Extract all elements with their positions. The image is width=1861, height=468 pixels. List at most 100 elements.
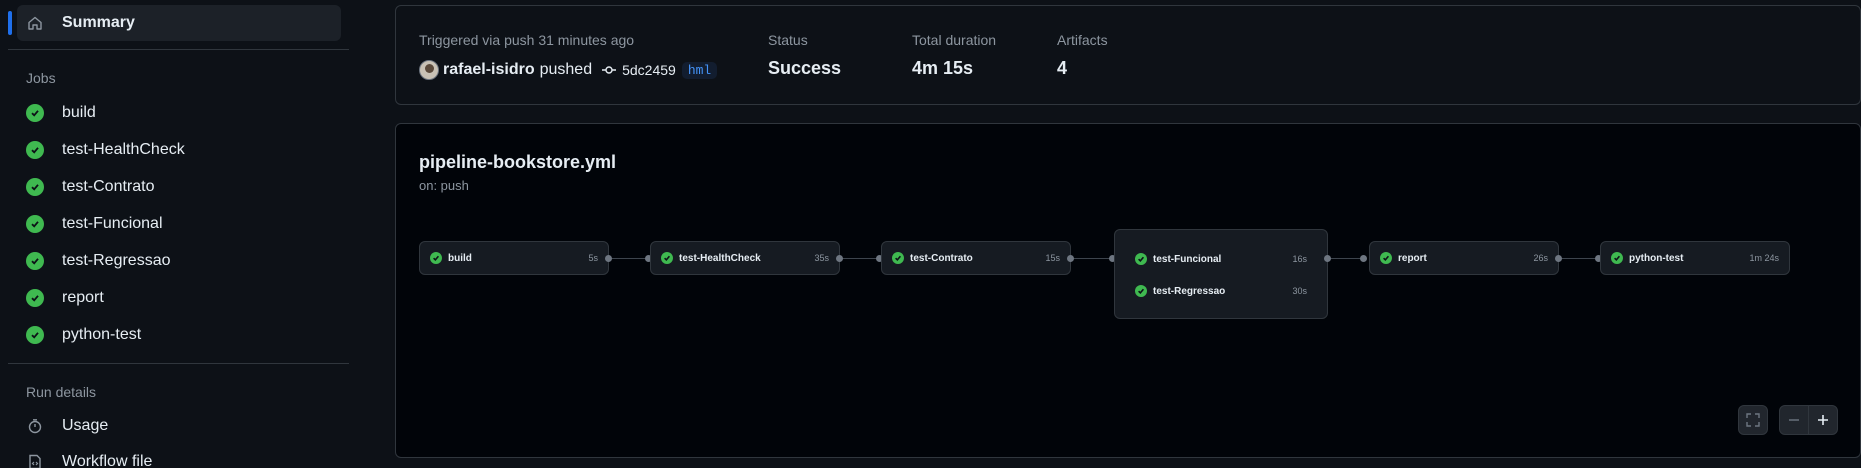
job-label: test-Contrato: [62, 178, 155, 195]
sidebar-item-workflow-file[interactable]: Workflow file: [17, 445, 341, 468]
connector-dot: [836, 255, 843, 262]
job-name: report: [1398, 252, 1427, 264]
connector-dot: [1360, 255, 1367, 262]
workflow-file-label: Workflow file: [62, 453, 153, 468]
zoom-in-button[interactable]: [1808, 405, 1838, 435]
workflow-trigger: on: push: [419, 178, 469, 193]
duration-value: 4m 15s: [912, 58, 974, 78]
job-name: test-Contrato: [910, 252, 973, 264]
check-circle-icon: [26, 252, 44, 270]
graph-job-group: test-Funcional 16s test-Regressao 30s: [1114, 229, 1328, 319]
job-label: python-test: [62, 326, 142, 343]
sidebar-job-build[interactable]: build: [17, 96, 341, 130]
job-name: build: [448, 252, 472, 264]
sidebar-job-test-funcional[interactable]: test-Funcional: [17, 207, 341, 241]
status-value: Success: [768, 58, 842, 78]
trigger-row: rafael-isidro pushed 5dc2459 hml: [419, 60, 718, 80]
graph-connector: [840, 258, 880, 259]
job-name: python-test: [1629, 252, 1684, 264]
workflow-graph-card: pipeline-bookstore.yml on: push build 5s…: [395, 123, 1861, 458]
actor-link[interactable]: rafael-isidro: [443, 61, 535, 79]
check-circle-icon: [26, 178, 44, 196]
job-duration: 1m 24s: [1749, 253, 1779, 263]
graph-job-report[interactable]: report 26s: [1369, 241, 1559, 275]
graph-job-build[interactable]: build 5s: [419, 241, 609, 275]
sidebar-job-python-test[interactable]: python-test: [17, 318, 341, 352]
graph-job-test-funcional[interactable]: test-Funcional 16s: [1115, 243, 1327, 275]
job-label: report: [62, 289, 104, 306]
branch-badge[interactable]: hml: [681, 61, 718, 79]
sidebar-item-summary[interactable]: Summary: [8, 5, 341, 41]
check-circle-icon: [1611, 252, 1623, 264]
fullscreen-button[interactable]: [1738, 405, 1768, 435]
sidebar-job-report[interactable]: report: [17, 281, 341, 315]
stopwatch-icon: [26, 417, 44, 435]
check-circle-icon: [26, 326, 44, 344]
trigger-text: Triggered via push 31 minutes ago: [419, 32, 635, 48]
job-name: test-Regressao: [1153, 285, 1226, 297]
job-duration: 16s: [1292, 254, 1307, 264]
job-duration: 26s: [1533, 253, 1548, 263]
check-circle-icon: [1380, 252, 1392, 264]
connector-dot: [605, 255, 612, 262]
job-duration: 5s: [588, 253, 598, 263]
sidebar-item-label: Summary: [62, 14, 135, 31]
check-circle-icon: [26, 104, 44, 122]
avatar[interactable]: [419, 60, 439, 80]
sidebar-divider: [8, 49, 349, 50]
job-label: build: [62, 104, 96, 121]
check-circle-icon: [661, 252, 673, 264]
run-summary-card: Triggered via push 31 minutes ago rafael…: [395, 5, 1861, 105]
git-commit-icon: [602, 62, 617, 78]
commit-sha: 5dc2459: [622, 62, 676, 78]
sidebar-job-test-regressao[interactable]: test-Regressao: [17, 244, 341, 278]
graph-connector: [1559, 258, 1599, 259]
job-label: test-Funcional: [62, 215, 163, 232]
job-name: test-Funcional: [1153, 253, 1222, 265]
commit-link[interactable]: 5dc2459: [602, 62, 676, 78]
check-circle-icon: [892, 252, 904, 264]
job-duration: 30s: [1292, 286, 1307, 296]
connector-dot: [1067, 255, 1074, 262]
graph-connector: [1328, 258, 1364, 259]
sidebar-divider: [8, 363, 349, 364]
sidebar: Summary Jobs build test-HealthCheck test…: [0, 0, 360, 468]
check-circle-icon: [26, 215, 44, 233]
job-duration: 15s: [1045, 253, 1060, 263]
workflow-file-name[interactable]: pipeline-bookstore.yml: [419, 152, 616, 173]
job-label: test-HealthCheck: [62, 141, 185, 158]
duration-label: Total duration: [912, 32, 997, 48]
sidebar-item-usage[interactable]: Usage: [17, 409, 341, 443]
zoom-out-button[interactable]: [1779, 405, 1809, 435]
status-label: Status: [768, 32, 808, 48]
job-label: test-Regressao: [62, 252, 171, 269]
jobs-heading: Jobs: [26, 70, 56, 86]
home-icon: [26, 14, 44, 32]
job-duration: 35s: [814, 253, 829, 263]
graph-job-test-healthcheck[interactable]: test-HealthCheck 35s: [650, 241, 840, 275]
file-code-icon: [26, 453, 44, 468]
check-circle-icon: [26, 141, 44, 159]
minus-icon: [1789, 419, 1799, 421]
active-indicator: [8, 11, 12, 35]
connector-dot: [1324, 255, 1331, 262]
artifacts-label: Artifacts: [1057, 32, 1108, 48]
check-circle-icon: [26, 289, 44, 307]
plus-icon: [1818, 415, 1828, 425]
graph-job-python-test[interactable]: python-test 1m 24s: [1600, 241, 1790, 275]
check-circle-icon: [1135, 253, 1147, 265]
check-circle-icon: [1135, 285, 1147, 297]
usage-label: Usage: [62, 417, 109, 434]
graph-job-test-regressao[interactable]: test-Regressao 30s: [1115, 275, 1327, 307]
graph-job-test-contrato[interactable]: test-Contrato 15s: [881, 241, 1071, 275]
action-text: pushed: [539, 61, 593, 78]
connector-dot: [1555, 255, 1562, 262]
graph-connector: [1071, 258, 1113, 259]
fullscreen-icon: [1746, 413, 1760, 427]
sidebar-job-test-healthcheck[interactable]: test-HealthCheck: [17, 133, 341, 167]
graph-connector: [609, 258, 649, 259]
run-details-heading: Run details: [26, 384, 97, 400]
sidebar-job-test-contrato[interactable]: test-Contrato: [17, 170, 341, 204]
check-circle-icon: [430, 252, 442, 264]
artifacts-value[interactable]: 4: [1057, 58, 1067, 79]
